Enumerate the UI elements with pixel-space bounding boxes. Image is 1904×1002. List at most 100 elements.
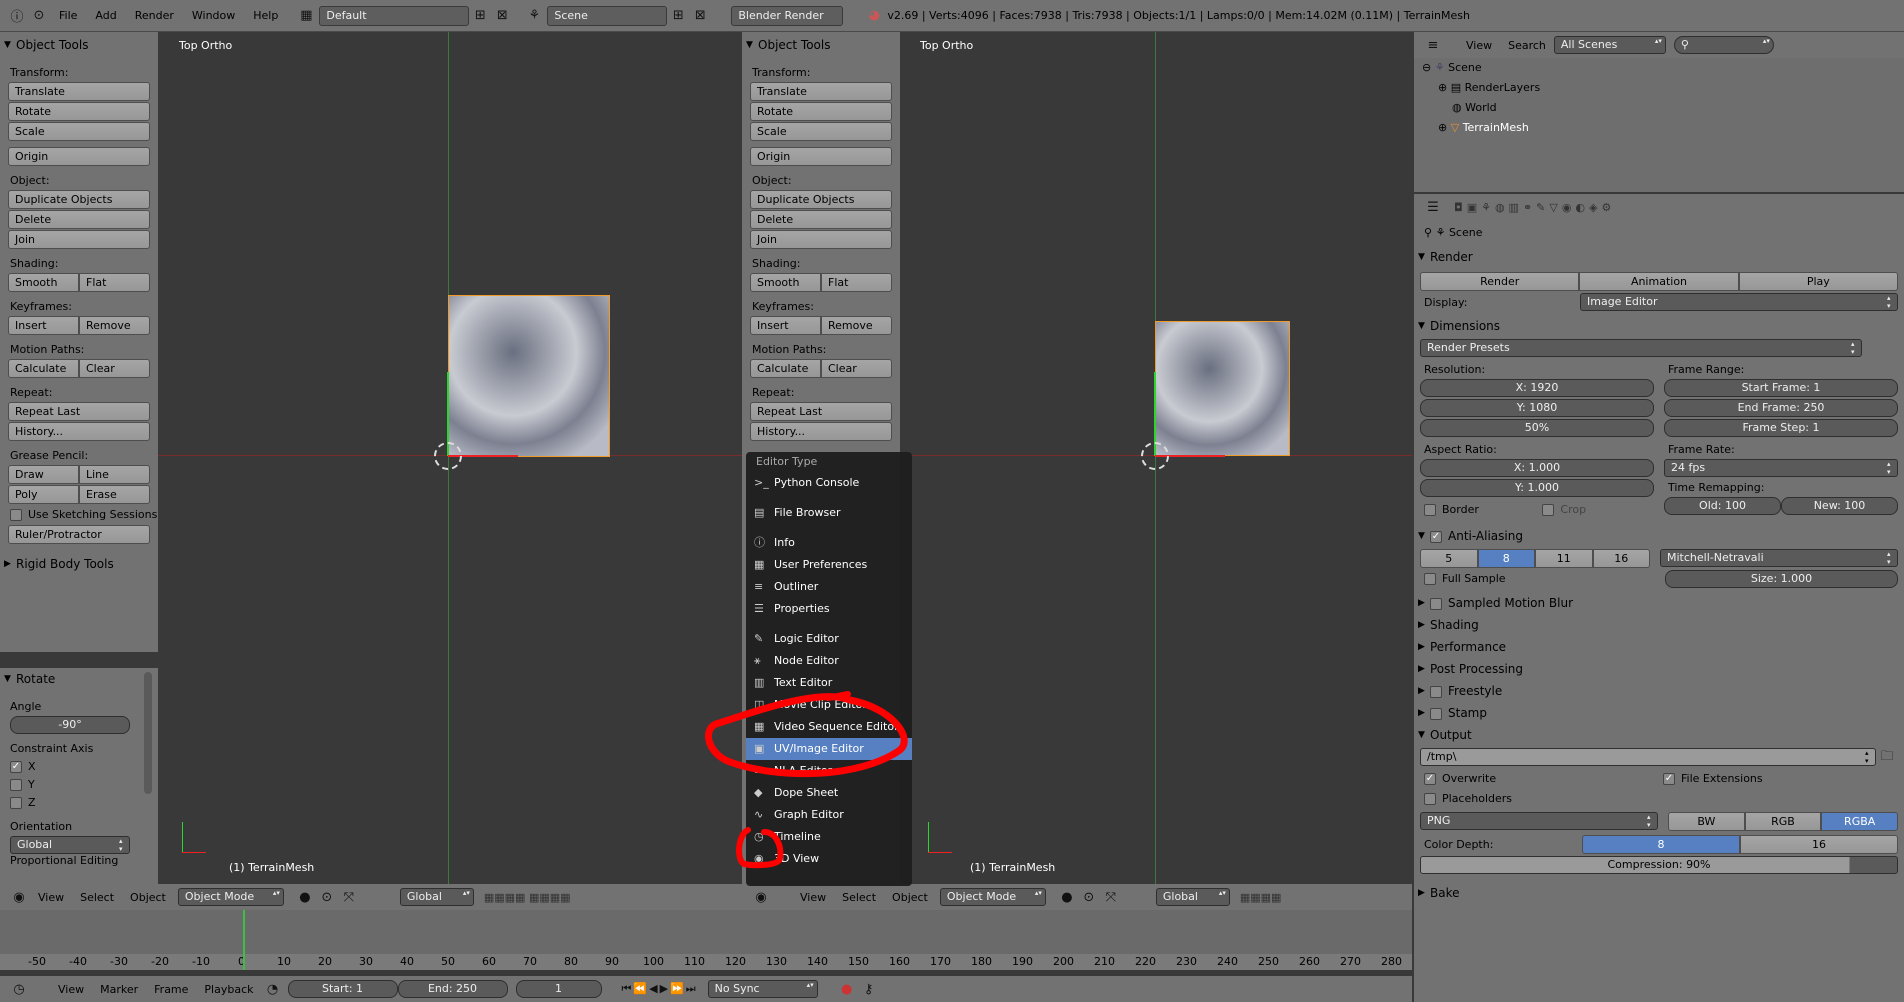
clear-button[interactable]: Clear [79, 359, 150, 378]
flat-button-2[interactable]: Flat [821, 273, 892, 292]
angle-field[interactable]: -90° [10, 716, 130, 734]
freestyle-section-header[interactable]: Freestyle [1414, 680, 1904, 702]
join-button[interactable]: Join [8, 230, 150, 249]
outliner-search-field[interactable]: ⚲ [1673, 36, 1774, 54]
orientation-select[interactable]: Global [10, 836, 130, 854]
scale-button[interactable]: Scale [8, 122, 150, 141]
view-menu[interactable]: View [30, 891, 72, 904]
menu-node-editor[interactable]: ⚹ Node Editor [746, 650, 912, 672]
menu-info[interactable]: ⓘ Info [746, 532, 912, 554]
dimensions-section-header[interactable]: Dimensions [1414, 315, 1904, 337]
layout-field[interactable]: Default [319, 5, 470, 26]
origin-button-2[interactable]: Origin [750, 147, 892, 166]
aa-16-button[interactable]: 16 [1592, 549, 1650, 568]
rotate-button[interactable]: Rotate [8, 102, 150, 121]
select-menu[interactable]: Select [72, 891, 122, 904]
bake-section-header[interactable]: Bake [1414, 882, 1904, 904]
translate-button-2[interactable]: Translate [750, 82, 892, 101]
old-field[interactable]: Old: 100 [1664, 497, 1781, 515]
anti-aliasing-section-header[interactable]: ✓ Anti-Aliasing [1414, 525, 1904, 547]
timeline-editor-icon[interactable]: ◷ [8, 979, 30, 999]
repeat-last-button[interactable]: Repeat Last [8, 402, 150, 421]
pivot-icon-2[interactable]: ⊙ [1078, 887, 1100, 907]
delete-button[interactable]: Delete [8, 210, 150, 229]
frame-rate-select[interactable]: 24 fps [1664, 459, 1898, 477]
rotate-button-2[interactable]: Rotate [750, 102, 892, 121]
scene-field[interactable]: Scene [547, 5, 668, 26]
menu-outliner[interactable]: ≡ Outliner [746, 576, 912, 598]
outliner-mesh-row[interactable]: ⊕ ▽ TerrainMesh [1422, 118, 1904, 138]
folder-icon[interactable]: 🗀 [1876, 748, 1898, 768]
render-presets-select[interactable]: Render Presets [1420, 339, 1862, 357]
remove-layout-icon[interactable]: ⊠ [491, 6, 513, 26]
delete-button-2[interactable]: Delete [750, 210, 892, 229]
pin-icon[interactable]: ⚲ [1424, 226, 1432, 239]
scale-button-2[interactable]: Scale [750, 122, 892, 141]
performance-section-header[interactable]: Performance [1414, 636, 1904, 658]
timeline-playback-menu[interactable]: Playback [196, 983, 261, 996]
rgba-button[interactable]: RGBA [1821, 812, 1899, 831]
aspect-y-field[interactable]: Y: 1.000 [1420, 479, 1654, 497]
calculate-button-2[interactable]: Calculate [750, 359, 821, 378]
file-format-select[interactable]: PNG [1420, 812, 1658, 830]
mode-select-2[interactable]: Object Mode [939, 888, 1046, 906]
rigid-body-tools-header[interactable]: Rigid Body Tools [0, 553, 158, 575]
repeat-last-button-2[interactable]: Repeat Last [750, 402, 892, 421]
outliner-search-menu[interactable]: Search [1500, 39, 1554, 52]
calculate-button[interactable]: Calculate [8, 359, 79, 378]
resolution-y-field[interactable]: Y: 1080 [1420, 399, 1654, 417]
bw-button[interactable]: BW [1668, 812, 1745, 831]
collapse-icon[interactable]: ⊙ [28, 6, 50, 26]
frame-step-field[interactable]: Frame Step: 1 [1664, 419, 1898, 437]
menu-file[interactable]: File [50, 9, 86, 22]
history-button-2[interactable]: History... [750, 422, 892, 441]
aspect-x-field[interactable]: X: 1.000 [1420, 459, 1654, 477]
menu-python-console[interactable]: >_ Python Console [746, 472, 912, 494]
aa-filter-select[interactable]: Mitchell-Netravali [1660, 549, 1898, 567]
scene-icon[interactable]: ⚘ [523, 6, 545, 26]
aa-8-button[interactable]: 8 [1477, 549, 1535, 568]
file-extensions-checkbox[interactable]: ✓ [1663, 773, 1675, 785]
menu-user-preferences[interactable]: ▦ User Preferences [746, 554, 912, 576]
orientation-header-select[interactable]: Global [399, 888, 474, 906]
object-tools-header-2[interactable]: Object Tools [742, 34, 900, 56]
compression-slider[interactable]: Compression: 90% [1420, 856, 1898, 874]
menu-file-browser[interactable]: ▤ File Browser [746, 502, 912, 524]
object-tools-header[interactable]: Object Tools [0, 34, 158, 56]
motion-blur-section-header[interactable]: Sampled Motion Blur [1414, 592, 1904, 614]
layers-icon-2[interactable]: ▦▦▦▦ [1240, 891, 1282, 904]
smooth-button[interactable]: Smooth [8, 273, 79, 292]
manipulator-icon[interactable]: ⤧ [338, 887, 360, 907]
shading-section-header[interactable]: Shading [1414, 614, 1904, 636]
start-frame-prop-field[interactable]: Start Frame: 1 [1664, 379, 1898, 397]
flat-button[interactable]: Flat [79, 273, 150, 292]
remove-button[interactable]: Remove [79, 316, 150, 335]
remove-button-2[interactable]: Remove [821, 316, 892, 335]
sketching-checkbox[interactable] [10, 509, 22, 521]
info-editor-icon[interactable]: ⓘ [6, 6, 28, 26]
join-button-2[interactable]: Join [750, 230, 892, 249]
stamp-checkbox[interactable] [1430, 707, 1442, 720]
crop-checkbox[interactable] [1542, 504, 1555, 516]
timeline-view-menu[interactable]: View [50, 983, 92, 996]
display-select[interactable]: Image Editor [1580, 293, 1898, 311]
aa-5-button[interactable]: 5 [1420, 549, 1478, 568]
preview-range-icon[interactable]: ◔ [262, 979, 284, 999]
axis-y-checkbox[interactable] [10, 779, 22, 791]
ruler-protractor-button[interactable]: Ruler/Protractor [8, 525, 150, 544]
duplicate-objects-button[interactable]: Duplicate Objects [8, 190, 150, 209]
outliner-filter-select[interactable]: All Scenes [1553, 36, 1666, 54]
duplicate-objects-button-2[interactable]: Duplicate Objects [750, 190, 892, 209]
playback-controls-icon[interactable]: ⏮⏪◀▶⏩⏭ [622, 982, 698, 996]
timeline-frame-menu[interactable]: Frame [146, 983, 196, 996]
render-section-header[interactable]: Render [1414, 246, 1904, 268]
terrain-mesh-object-2[interactable] [1155, 321, 1290, 456]
filter-size-field[interactable]: Size: 1.000 [1665, 570, 1898, 588]
stamp-section-header[interactable]: Stamp [1414, 702, 1904, 724]
post-processing-section-header[interactable]: Post Processing [1414, 658, 1904, 680]
anti-aliasing-checkbox[interactable]: ✓ [1430, 530, 1442, 543]
viewport-right[interactable]: Top Ortho (1) TerrainMesh [900, 32, 1412, 888]
remove-scene-icon[interactable]: ⊠ [689, 6, 711, 26]
menu-add[interactable]: Add [86, 9, 125, 22]
context-tabs-icons[interactable]: ◘▣⚘◍▥⚭✎▽◉◐◈⚙ [1454, 201, 1615, 214]
